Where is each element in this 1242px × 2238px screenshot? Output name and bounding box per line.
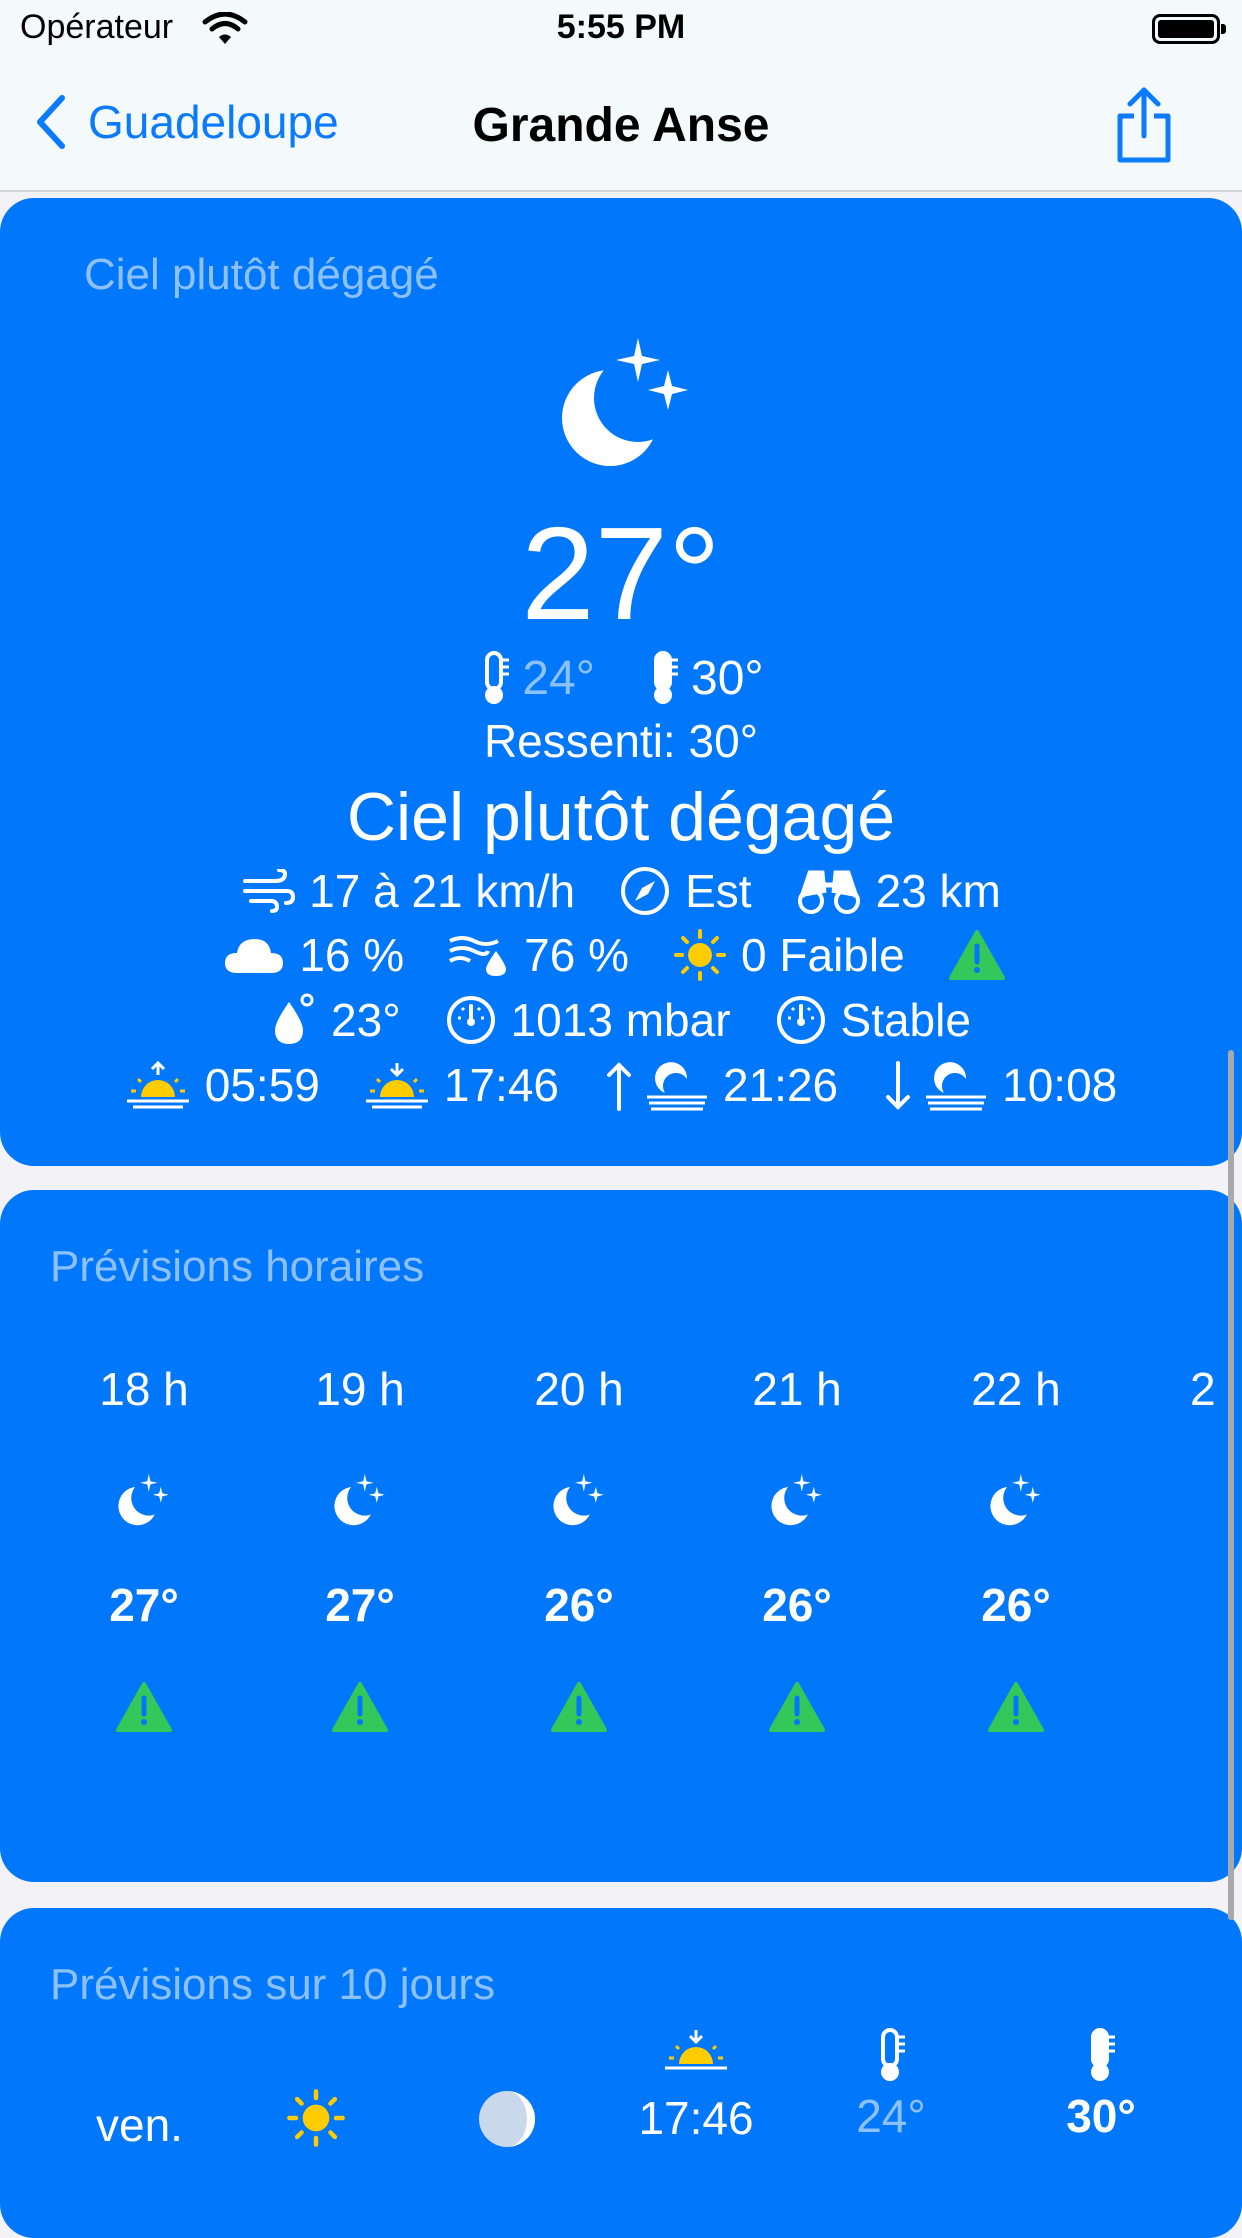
max-temperature: 30° xyxy=(691,651,764,705)
day-min: 24° xyxy=(836,2026,946,2143)
compass-icon xyxy=(621,867,670,915)
moon-stars-icon xyxy=(280,1474,440,1534)
day-max-temperature: 30° xyxy=(1066,2090,1136,2142)
wind-speed: 17 à 21 km/h xyxy=(309,865,576,917)
dew-point: 23° xyxy=(331,994,401,1046)
uv-index: 0 Faible xyxy=(741,929,905,981)
page-title: Grande Anse xyxy=(472,99,770,152)
warning-icon xyxy=(717,1682,877,1732)
sunrise-time: 05:59 xyxy=(204,1059,320,1111)
sunrise-icon xyxy=(126,1061,189,1109)
warning-icon xyxy=(280,1682,440,1732)
hourly-forecast-card: Prévisions horaires 18 h 27° 19 h 27° 20… xyxy=(0,1190,1242,1882)
moonset-icon xyxy=(886,1061,987,1111)
weather-description: Ciel plutôt dégagé xyxy=(346,779,896,855)
sunset-time: 17:46 xyxy=(443,1059,559,1111)
day-min-temperature: 24° xyxy=(856,2090,926,2142)
hour-label: 21 h xyxy=(752,1363,842,1415)
moon-stars-icon xyxy=(556,338,696,483)
gauge-icon xyxy=(446,996,495,1044)
dewpoint-icon xyxy=(275,993,314,1044)
thermometer-low-icon xyxy=(881,2028,905,2081)
status-bar: Opérateur 5:55 PM xyxy=(0,0,1242,62)
humidity-icon xyxy=(449,936,507,976)
moonrise-icon xyxy=(607,1062,707,1111)
pressure-trend: Stable xyxy=(840,994,971,1046)
pressure: 1013 mbar xyxy=(510,994,731,1046)
moon-phase-icon xyxy=(476,2088,538,2155)
thermometer-high-icon xyxy=(654,651,678,704)
thermometer-high-icon xyxy=(1091,2028,1115,2081)
gauge-trend-icon xyxy=(776,996,825,1044)
sun-icon xyxy=(286,2088,346,2153)
battery-icon xyxy=(1152,14,1226,44)
hour-item-partial[interactable]: 2 xyxy=(1190,1362,1220,1422)
visibility: 23 km xyxy=(875,865,1001,917)
share-button[interactable] xyxy=(1112,86,1176,171)
hour-item[interactable]: 21 h 26° xyxy=(717,1362,877,1732)
current-temperature: 27° xyxy=(521,500,721,647)
day-sunset-time: 17:46 xyxy=(638,2092,754,2144)
hourly-heading: Prévisions horaires xyxy=(50,1242,425,1291)
moon-stars-icon xyxy=(499,1474,659,1534)
hour-label: 19 h xyxy=(315,1363,405,1415)
cloud-icon xyxy=(225,939,284,973)
atmosphere-row: 16 % 76 % 0 Faible xyxy=(0,928,1242,982)
wind-direction: Est xyxy=(685,865,752,917)
hour-temperature: 27° xyxy=(325,1579,395,1631)
day-label: ven. xyxy=(96,2099,183,2151)
ten-day-heading: Prévisions sur 10 jours xyxy=(50,1960,496,2009)
hour-temperature: 26° xyxy=(544,1579,614,1631)
hour-temperature: 27° xyxy=(109,1579,179,1631)
day-sunset: 17:46 xyxy=(636,2026,756,2145)
cloud-cover: 16 % xyxy=(299,929,405,981)
navigation-bar: Guadeloupe Grande Anse xyxy=(0,62,1242,192)
ten-day-forecast-card: Prévisions sur 10 jours ven. 17:46 24° 3… xyxy=(0,1908,1242,2238)
humidity: 76 % xyxy=(524,929,630,981)
astronomy-row: 05:59 17:46 21:26 10:08 xyxy=(0,1058,1242,1112)
status-time: 5:55 PM xyxy=(556,8,686,46)
hour-item[interactable]: 22 h 26° xyxy=(936,1362,1096,1732)
day-max: 30° xyxy=(1046,2026,1156,2143)
moonrise-time: 21:26 xyxy=(723,1059,839,1111)
hour-label: 20 h xyxy=(534,1363,624,1415)
scroll-indicator[interactable] xyxy=(1228,1050,1234,1920)
hour-temperature: 26° xyxy=(981,1579,1051,1631)
sun-icon xyxy=(674,929,727,981)
pressure-row: 23° 1013 mbar Stable xyxy=(0,992,1242,1048)
min-temperature: 24° xyxy=(522,651,595,705)
hour-label: 22 h xyxy=(971,1363,1061,1415)
hour-item[interactable]: 19 h 27° xyxy=(280,1362,440,1732)
warning-icon xyxy=(64,1682,224,1732)
hour-item[interactable]: 20 h 26° xyxy=(499,1362,659,1732)
warning-icon xyxy=(936,1682,1096,1732)
warning-icon xyxy=(499,1682,659,1732)
current-heading: Ciel plutôt dégagé xyxy=(84,250,439,299)
sunset-icon xyxy=(365,1063,428,1109)
wind-row: 17 à 21 km/h Est 23 km xyxy=(0,864,1242,918)
moon-stars-icon xyxy=(936,1474,1096,1534)
sunset-icon xyxy=(665,2030,727,2070)
hour-item[interactable]: 18 h 27° xyxy=(64,1362,224,1732)
moonset-time: 10:08 xyxy=(1002,1059,1118,1111)
share-icon xyxy=(1117,87,1171,163)
feels-like: Ressenti: 30° xyxy=(483,715,759,767)
moon-stars-icon xyxy=(717,1474,877,1534)
hour-label: 2 xyxy=(1190,1363,1216,1415)
warning-icon xyxy=(948,930,1005,980)
wind-icon xyxy=(243,869,296,913)
hour-temperature: 26° xyxy=(762,1579,832,1631)
current-conditions-card: Ciel plutôt dégagé 27° 24° 30° Ressenti:… xyxy=(0,198,1242,1166)
binoculars-icon xyxy=(797,870,860,914)
hour-label: 18 h xyxy=(99,1363,189,1415)
thermometer-low-icon xyxy=(485,651,510,704)
min-max-temperatures: 24° 30° xyxy=(0,650,1242,706)
moon-stars-icon xyxy=(64,1474,224,1534)
